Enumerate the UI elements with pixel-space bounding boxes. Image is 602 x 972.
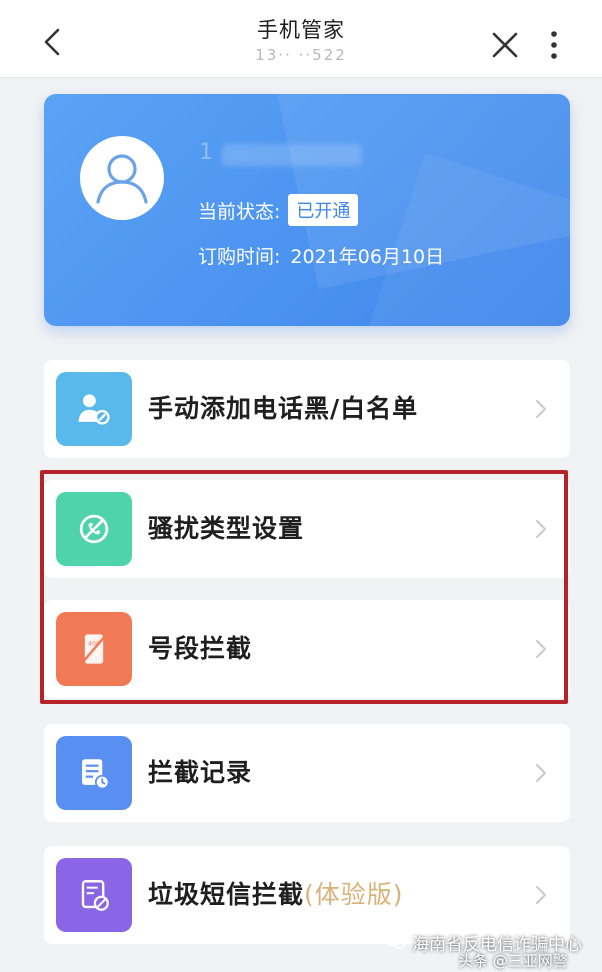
menu-item-blacklist[interactable]: 手动添加电话黑/白名单 <box>44 360 570 458</box>
chevron-right-icon <box>536 520 546 538</box>
source-tag: 头条 @三亚网警 <box>458 952 568 970</box>
chevron-right-icon <box>536 400 546 418</box>
menu-label: 号段拦截 <box>148 634 253 663</box>
menu-label-text: 垃圾短信拦截 <box>148 880 305 909</box>
menu-item-intercept-record[interactable]: 拦截记录 <box>44 724 570 822</box>
phone-number-masked: 1 <box>199 140 216 165</box>
menu-item-number-range[interactable]: 400 号段拦截 <box>44 600 570 698</box>
menu-label: 骚扰类型设置 <box>148 514 305 543</box>
harass-type-icon <box>56 492 132 566</box>
user-block-icon <box>56 372 132 446</box>
order-time-label: 订购时间: <box>198 246 281 268</box>
account-card: 1 当前状态: 已开通 订购时间: 2021年06月10日 <box>44 94 570 326</box>
phone-number-blur <box>222 144 362 166</box>
wechat-icon <box>385 932 406 949</box>
trial-version-note: (体验版) <box>304 880 404 909</box>
status-row: 当前状态: 已开通 <box>198 194 359 226</box>
status-badge: 已开通 <box>288 194 359 226</box>
more-options-icon[interactable] <box>542 30 566 60</box>
avatar <box>80 136 164 220</box>
status-label: 当前状态: <box>198 200 281 223</box>
app-header: 手机管家 13·· ··522 <box>0 0 602 78</box>
menu-label: 垃圾短信拦截(体验版) <box>148 846 404 944</box>
chevron-right-icon <box>536 886 546 904</box>
number-range-icon: 400 <box>56 612 132 686</box>
menu-label: 拦截记录 <box>148 758 253 787</box>
spam-sms-icon <box>56 858 132 932</box>
intercept-record-icon <box>56 736 132 810</box>
chevron-right-icon <box>536 764 546 782</box>
user-avatar-icon <box>96 154 148 204</box>
close-icon[interactable] <box>490 30 520 60</box>
menu-item-harass-type[interactable]: 骚扰类型设置 <box>44 480 570 578</box>
order-time-row: 订购时间: 2021年06月10日 <box>198 242 444 269</box>
chevron-right-icon <box>536 640 546 658</box>
order-time-value: 2021年06月10日 <box>290 246 445 268</box>
menu-label: 手动添加电话黑/白名单 <box>148 394 419 423</box>
